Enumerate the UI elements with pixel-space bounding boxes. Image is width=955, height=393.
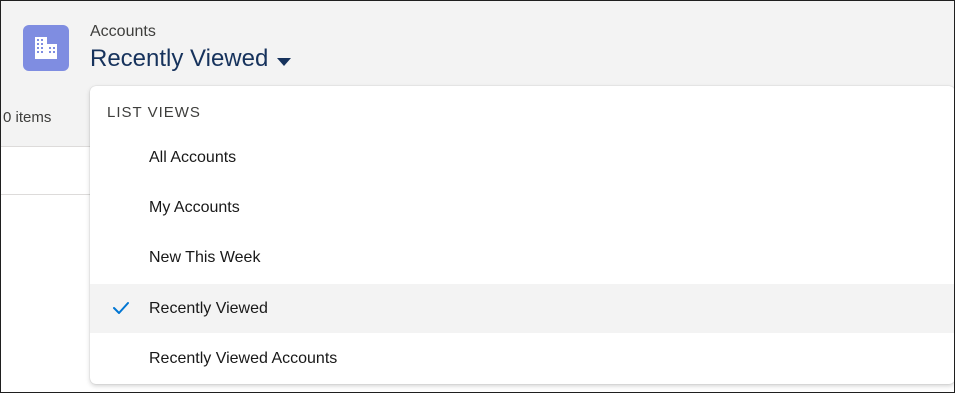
menu-item-my-accounts[interactable]: My Accounts [90, 183, 954, 232]
menu-item-label: New This Week [149, 249, 261, 266]
menu-item-all-accounts[interactable]: All Accounts [90, 133, 954, 182]
menu-item-label: Recently Viewed Accounts [149, 350, 338, 367]
item-count: 0 items [3, 109, 52, 126]
menu-item-label: All Accounts [149, 149, 237, 166]
list-view-title: Recently Viewed [90, 45, 269, 72]
chevron-down-icon[interactable] [276, 44, 292, 76]
check-icon [112, 301, 130, 320]
list-view-selector[interactable]: Recently Viewed [90, 43, 292, 76]
list-views-dropdown: LIST VIEWS All Accounts My Accounts New … [90, 86, 954, 384]
object-label: Accounts [90, 23, 156, 40]
menu-item-new-this-week[interactable]: New This Week [90, 233, 954, 282]
app-frame: Accounts Recently Viewed 0 items LIST VI… [0, 0, 955, 393]
menu-item-recently-viewed-accounts[interactable]: Recently Viewed Accounts [90, 334, 954, 383]
dropdown-heading: LIST VIEWS [107, 104, 201, 121]
accounts-icon [23, 25, 69, 71]
menu-item-label: Recently Viewed [149, 300, 268, 317]
menu-item-label: My Accounts [149, 199, 240, 216]
menu-item-recently-viewed[interactable]: Recently Viewed [90, 284, 954, 333]
